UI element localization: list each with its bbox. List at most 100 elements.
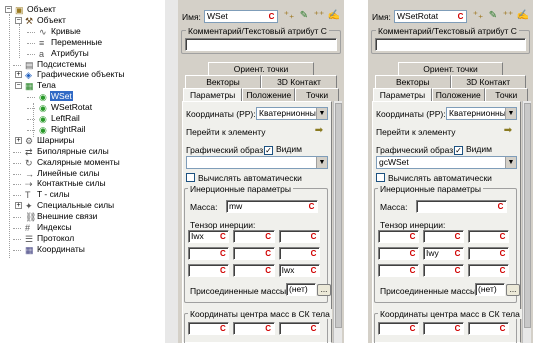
scrollbar-thumb[interactable] [524, 103, 531, 328]
tree-item[interactable]: ◉ LeftRail [39, 113, 81, 124]
tree-item[interactable]: ↻ Скалярные моменты [25, 157, 121, 168]
object-tree[interactable]: − ▣ Объект − ⚒ Объект ∿ Кривые ≡ Переменные a Атриб… [0, 0, 165, 343]
c-attribute-icon[interactable]: C [264, 232, 273, 241]
tree-item[interactable]: ◉ WSet [39, 91, 73, 102]
c-attribute-icon[interactable]: C [453, 324, 462, 333]
tensor-cell[interactable]: Iwx C [278, 264, 320, 277]
c-attribute-icon[interactable]: C [408, 324, 417, 333]
vertical-scrollbar[interactable] [333, 101, 342, 343]
tree-item[interactable]: ◉ WSetRotat [39, 102, 93, 113]
tensor-cell[interactable]: C [233, 230, 275, 243]
c-attribute-icon[interactable]: C [309, 232, 318, 241]
c-attribute-icon[interactable]: C [218, 324, 227, 333]
tree-item[interactable]: T T - силы [25, 189, 71, 200]
tree-item[interactable]: ⚒ Объект [25, 15, 67, 26]
tensor-cell[interactable]: C [378, 230, 419, 243]
add-multiple-icon[interactable]: ⁺⁺ [312, 9, 326, 23]
expand-toggle[interactable]: + [15, 136, 22, 144]
coords-select[interactable]: Кватернионный ▼ [256, 107, 328, 120]
tree-item[interactable]: ∿ Кривые [39, 26, 82, 37]
tensor-cell[interactable]: C [468, 264, 509, 277]
tree-item[interactable]: ⇄ Биполярные силы [25, 146, 110, 157]
com-coordinate-input[interactable]: C [468, 322, 509, 335]
com-coordinate-input[interactable]: C [423, 322, 464, 335]
c-attribute-icon[interactable]: C [456, 12, 465, 21]
c-attribute-icon[interactable]: C [309, 324, 318, 333]
tensor-cell[interactable]: C [233, 264, 275, 277]
tab-vectors[interactable]: Векторы [185, 75, 261, 88]
com-coordinate-input[interactable]: C [278, 322, 320, 335]
tensor-cell[interactable]: C [378, 247, 419, 260]
c-attribute-icon[interactable]: C [498, 266, 507, 275]
c-attribute-icon[interactable]: C [267, 12, 276, 21]
checkmark-icon[interactable]: ✓ [454, 146, 463, 155]
visible-checkbox[interactable]: ✓ Видим [454, 144, 492, 155]
c-attribute-icon[interactable]: C [496, 202, 505, 211]
com-coordinate-input[interactable]: C [378, 322, 419, 335]
tab-3d-contact[interactable]: 3D Контакт [450, 75, 526, 88]
c-attribute-icon[interactable]: C [264, 266, 273, 275]
graphic-select[interactable]: ▼ [186, 156, 328, 169]
chevron-down-icon[interactable]: ▼ [316, 157, 327, 168]
com-coordinate-input[interactable]: C [188, 322, 230, 335]
add-point-icon[interactable]: ⁺₊ [282, 9, 296, 23]
edit-pencil-icon[interactable]: ✎ [486, 9, 500, 23]
c-attribute-icon[interactable]: C [307, 202, 316, 211]
tree-item[interactable]: ≡ Переменные [39, 37, 103, 48]
tab-position[interactable]: Положение [431, 88, 485, 101]
c-attribute-icon[interactable]: C [408, 249, 417, 258]
tree-item[interactable]: ⇢ Контактные силы [25, 178, 107, 189]
tab-vectors[interactable]: Векторы [375, 75, 451, 88]
tab-orient-points[interactable]: Ориент. точки [398, 62, 503, 75]
collapse-toggle[interactable]: − [15, 82, 22, 90]
tensor-cell[interactable]: C [188, 264, 230, 277]
tensor-cell[interactable]: C [278, 247, 320, 260]
tensor-cell[interactable]: Iwx C [188, 230, 230, 243]
c-attribute-icon[interactable]: C [408, 266, 417, 275]
mass-input[interactable]: C [416, 200, 507, 213]
add-multiple-icon[interactable]: ⁺⁺ [501, 9, 515, 23]
expand-toggle[interactable]: + [15, 202, 22, 210]
tab-parameters[interactable]: Параметры [373, 88, 432, 101]
tree-item[interactable]: ▦ Координаты [25, 244, 86, 255]
graphic-select[interactable]: gcWSet ▼ [376, 156, 517, 169]
tensor-cell[interactable]: C [278, 230, 320, 243]
collapse-toggle[interactable]: − [5, 6, 12, 13]
coords-select[interactable]: Кватернионный ▼ [446, 107, 517, 120]
checkbox-box[interactable] [376, 173, 385, 182]
tab-parameters[interactable]: Параметры [183, 88, 243, 101]
c-attribute-icon[interactable]: C [498, 324, 507, 333]
goto-element-link[interactable]: Перейти к элементу [186, 127, 265, 137]
expand-toggle[interactable]: + [15, 71, 22, 79]
tab-orient-points[interactable]: Ориент. точки [208, 62, 314, 75]
c-attribute-icon[interactable]: C [309, 249, 318, 258]
collapse-toggle[interactable]: − [15, 16, 22, 24]
c-attribute-icon[interactable]: C [453, 266, 462, 275]
c-attribute-icon[interactable]: C [453, 232, 462, 241]
add-point-icon[interactable]: ⁺₊ [471, 9, 485, 23]
tree-item[interactable]: ◈ Графические объекты [25, 69, 125, 80]
vertical-scrollbar[interactable] [522, 101, 531, 343]
tensor-cell[interactable]: C [188, 247, 230, 260]
name-input[interactable]: WSetRotat C [394, 10, 467, 23]
auto-compute-checkbox[interactable]: Вычислять автоматически [376, 173, 492, 183]
tree-item[interactable]: a Атрибуты [39, 48, 90, 59]
goto-arrow-icon[interactable]: ➡ [501, 124, 515, 138]
checkmark-icon[interactable]: ✓ [264, 146, 273, 155]
c-attribute-icon[interactable]: C [309, 266, 318, 275]
c-attribute-icon[interactable]: C [498, 232, 507, 241]
c-attribute-icon[interactable]: C [264, 324, 273, 333]
chevron-down-icon[interactable]: ▼ [505, 157, 516, 168]
scrollbar-thumb[interactable] [335, 103, 342, 328]
c-attribute-icon[interactable]: C [498, 249, 507, 258]
tensor-cell[interactable]: C [468, 247, 509, 260]
chevron-down-icon[interactable]: ▼ [505, 108, 516, 119]
paint-icon[interactable]: ✍ [516, 9, 530, 23]
tree-item[interactable]: ✦ Специальные силы [25, 200, 115, 211]
visible-checkbox[interactable]: ✓ Видим [264, 144, 302, 155]
tree-item[interactable]: ▤ Подсистемы [25, 59, 87, 70]
paint-icon[interactable]: ✍ [327, 9, 341, 23]
comment-input[interactable] [375, 38, 526, 51]
auto-compute-checkbox[interactable]: Вычислять автоматически [186, 173, 302, 183]
goto-element-link[interactable]: Перейти к элементу [376, 127, 455, 137]
